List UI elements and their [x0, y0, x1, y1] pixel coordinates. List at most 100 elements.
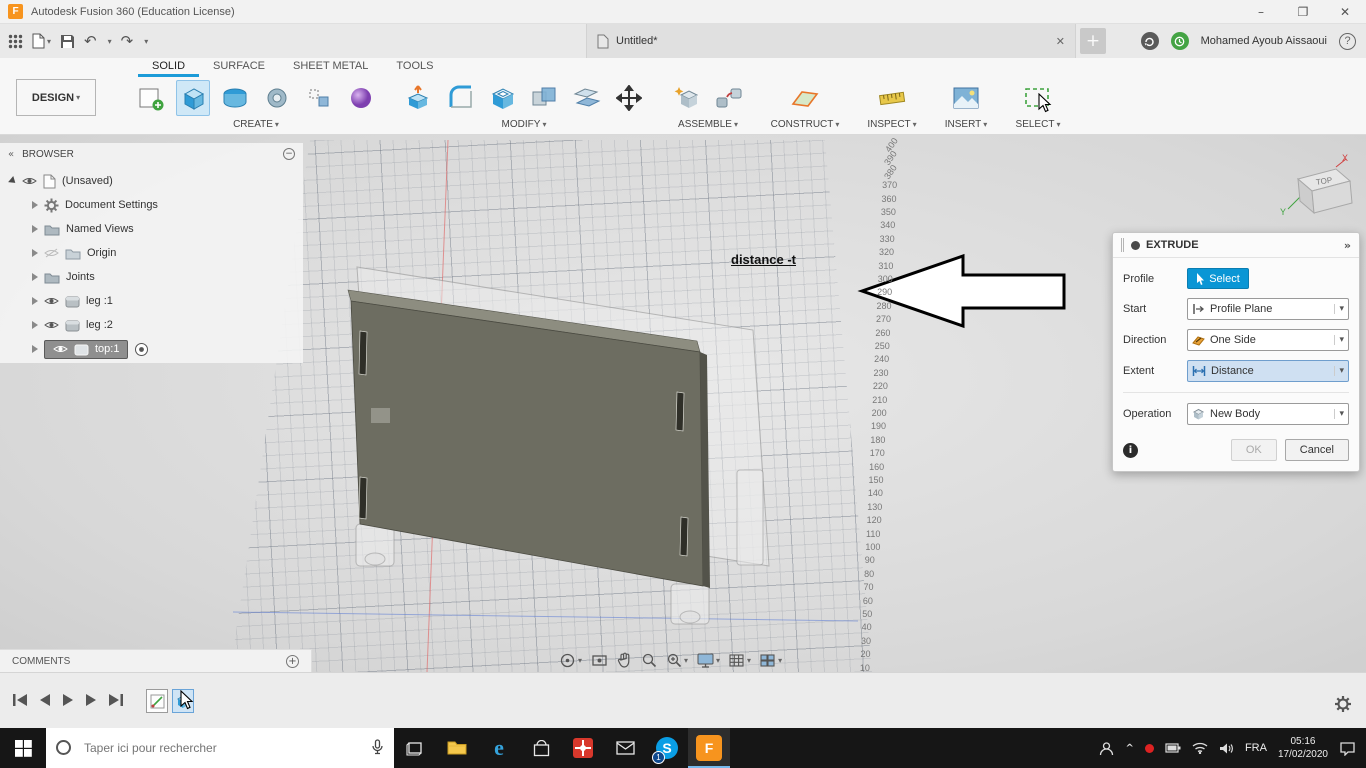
select-menu[interactable]: SELECT ▾ — [1016, 119, 1061, 130]
red-app-icon[interactable] — [562, 728, 604, 768]
zoom-icon[interactable] — [638, 650, 660, 670]
ok-button[interactable]: OK — [1230, 439, 1277, 461]
select-button[interactable] — [1021, 80, 1055, 116]
expander-icon[interactable] — [32, 225, 38, 233]
insert-canvas-button[interactable] — [949, 80, 983, 116]
visibility-eye-icon[interactable] — [53, 344, 68, 354]
browser-collapse-icon[interactable]: − — [283, 148, 295, 160]
skype-icon[interactable]: S 1 — [646, 728, 688, 768]
timeline-feature-extrude[interactable] — [172, 689, 194, 713]
battery-icon[interactable] — [1165, 743, 1181, 753]
pan-icon[interactable] — [614, 650, 635, 670]
browser-item-document-settings[interactable]: Document Settings — [0, 193, 303, 217]
start-button[interactable] — [0, 728, 46, 768]
look-at-icon[interactable] — [588, 651, 611, 670]
revolve-button[interactable] — [218, 80, 252, 116]
play-button[interactable] — [62, 693, 74, 707]
tab-solid[interactable]: SOLID — [138, 58, 200, 77]
offset-plane-button[interactable] — [570, 80, 604, 116]
assemble-menu[interactable]: ASSEMBLE ▾ — [678, 119, 738, 130]
expander-icon[interactable] — [32, 201, 38, 209]
move-copy-button[interactable] — [612, 80, 646, 116]
fillet-button[interactable] — [444, 80, 478, 116]
taskbar-search[interactable] — [46, 728, 394, 768]
visibility-eye-off-icon[interactable] — [44, 248, 59, 258]
go-to-start-button[interactable] — [12, 693, 28, 707]
visibility-eye-icon[interactable] — [44, 320, 59, 330]
workspace-selector[interactable]: DESIGN ▾ — [16, 79, 96, 116]
construct-plane-button[interactable] — [788, 80, 822, 116]
redo-button[interactable]: ↷ — [121, 32, 134, 50]
browser-item-named-views[interactable]: Named Views — [0, 217, 303, 241]
minimize-button[interactable]: – — [1240, 0, 1282, 23]
close-button[interactable]: ✕ — [1324, 0, 1366, 23]
press-pull-button[interactable] — [402, 80, 436, 116]
file-explorer-icon[interactable] — [436, 728, 478, 768]
document-tab[interactable]: Untitled* ✕ — [586, 24, 1076, 58]
people-icon[interactable] — [1098, 741, 1115, 756]
extrude-dialog-header[interactable]: EXTRUDE » — [1113, 233, 1359, 258]
browser-item-joints[interactable]: Joints — [0, 265, 303, 289]
new-component-button[interactable] — [670, 80, 704, 116]
browser-item-leg1[interactable]: leg :1 — [0, 289, 303, 313]
maximize-button[interactable]: ❐ — [1282, 0, 1324, 23]
joint-button[interactable] — [712, 80, 746, 116]
expander-icon[interactable] — [32, 297, 38, 305]
create-form-button[interactable] — [344, 80, 378, 116]
job-status-icon[interactable] — [1170, 32, 1189, 50]
browser-item-root[interactable]: (Unsaved) — [0, 169, 303, 193]
fusion360-taskbar-icon[interactable]: F — [688, 728, 730, 768]
expander-icon[interactable] — [8, 176, 18, 186]
comments-bar[interactable]: COMMENTS + — [0, 649, 312, 672]
task-view-button[interactable] — [394, 728, 436, 768]
redo-caret-icon[interactable]: ▾ — [144, 37, 148, 46]
tab-sheet-metal[interactable]: SHEET METAL — [279, 58, 382, 77]
help-icon[interactable]: ? — [1339, 32, 1356, 50]
info-icon[interactable]: i — [1123, 442, 1138, 458]
viewcube[interactable]: X Y TOP — [1276, 147, 1362, 227]
extent-dropdown[interactable]: Distance ▾ — [1187, 360, 1349, 382]
insert-menu[interactable]: INSERT ▾ — [945, 119, 988, 130]
shell-button[interactable] — [486, 80, 520, 116]
collapse-panel-icon[interactable]: « — [8, 149, 14, 160]
fit-icon[interactable]: ▾ — [663, 650, 691, 670]
expander-icon[interactable] — [32, 321, 38, 329]
expander-icon[interactable] — [32, 345, 38, 353]
operation-dropdown[interactable]: New Body ▾ — [1187, 403, 1349, 425]
selected-item-chip[interactable]: top:1 — [44, 339, 129, 359]
antivirus-tray-icon[interactable] — [1144, 743, 1154, 753]
step-back-button[interactable] — [39, 693, 51, 707]
store-icon[interactable] — [520, 728, 562, 768]
microphone-icon[interactable] — [371, 739, 384, 759]
create-menu[interactable]: CREATE ▾ — [233, 119, 279, 130]
save-button[interactable] — [60, 34, 75, 49]
new-tab-button[interactable]: + — [1080, 28, 1106, 54]
construct-menu[interactable]: CONSTRUCT ▾ — [771, 119, 840, 130]
hidden-icons-chevron[interactable]: ^ — [1126, 743, 1134, 754]
timeline-settings-gear-icon[interactable] — [1334, 695, 1352, 713]
direction-dropdown[interactable]: One Side ▾ — [1187, 329, 1349, 351]
visibility-eye-icon[interactable] — [22, 176, 37, 186]
drag-grip-icon[interactable] — [1121, 238, 1124, 252]
display-settings-icon[interactable]: ▾ — [694, 651, 723, 670]
browser-item-origin[interactable]: Origin — [0, 241, 303, 265]
inspect-menu[interactable]: INSPECT ▾ — [867, 119, 916, 130]
step-forward-button[interactable] — [85, 693, 97, 707]
expander-icon[interactable] — [32, 273, 38, 281]
volume-icon[interactable] — [1219, 742, 1234, 755]
action-center-icon[interactable] — [1339, 741, 1356, 756]
visibility-eye-icon[interactable] — [44, 296, 59, 306]
viewports-icon[interactable]: ▾ — [757, 651, 785, 670]
browser-item-top1[interactable]: top:1 — [0, 337, 303, 361]
sweep-button[interactable] — [260, 80, 294, 116]
profile-select-button[interactable]: Select — [1187, 268, 1249, 289]
orbit-icon[interactable]: ▾ — [556, 650, 585, 671]
collaborate-icon[interactable] — [1140, 32, 1159, 50]
language-indicator[interactable]: FRA — [1245, 742, 1267, 754]
combine-button[interactable] — [528, 80, 562, 116]
search-input[interactable] — [46, 728, 394, 768]
browser-item-leg2[interactable]: leg :2 — [0, 313, 303, 337]
edge-browser-icon[interactable]: e — [478, 728, 520, 768]
app-grid-icon[interactable] — [8, 34, 23, 49]
create-sketch-button[interactable] — [134, 80, 168, 116]
